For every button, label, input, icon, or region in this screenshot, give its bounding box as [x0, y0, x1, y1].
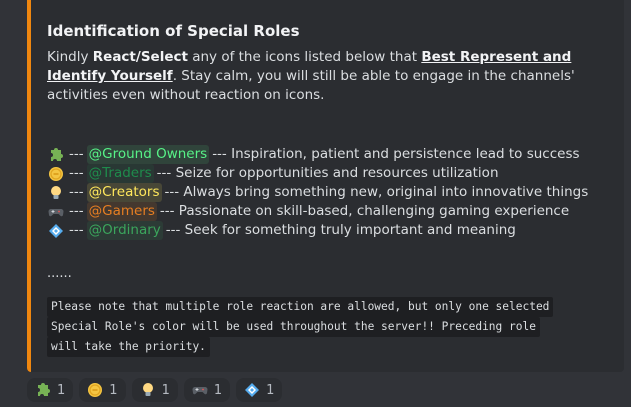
- reaction-count: 1: [213, 382, 223, 398]
- reaction-coin[interactable]: 1: [79, 378, 126, 402]
- reaction-diamond[interactable]: 1: [236, 378, 283, 402]
- gamepad-icon: [192, 382, 208, 398]
- code-line: Special Role's color will be used throug…: [47, 317, 540, 337]
- desc-text: any of the icons listed below that: [187, 49, 422, 65]
- role-description: --- Always bring something new, original…: [164, 184, 589, 200]
- role-line-ordinary: --- @Ordinary --- Seek for something tru…: [47, 221, 610, 240]
- reaction-count: 1: [266, 382, 275, 398]
- reaction-count: 1: [57, 382, 66, 398]
- lightbulb-icon: [140, 382, 156, 398]
- separator: ---: [69, 146, 84, 162]
- reaction-puzzle[interactable]: 1: [27, 378, 74, 402]
- separator: ---: [69, 184, 84, 200]
- reaction-count: 1: [161, 382, 170, 398]
- role-embed: Identification of Special Roles Kindly R…: [27, 0, 624, 372]
- role-mention[interactable]: @Traders: [86, 164, 154, 183]
- role-mention[interactable]: @Gamers: [86, 202, 157, 221]
- role-description: --- Passionate on skill-based, challengi…: [159, 203, 570, 219]
- embed-description: Kindly React/Select any of the icons lis…: [47, 48, 610, 105]
- reaction-gamepad[interactable]: 1: [183, 378, 231, 402]
- coin-icon: [47, 166, 65, 182]
- reaction-bar: 1 1 1 1 1: [27, 378, 283, 402]
- role-line-traders: --- @Traders --- Seize for opportunities…: [47, 164, 610, 183]
- desc-bold: React/Select: [92, 49, 188, 65]
- role-list: --- @Ground Owners --- Inspiration, pati…: [47, 145, 610, 240]
- desc-text: Kindly: [47, 49, 93, 65]
- reaction-lightbulb[interactable]: 1: [131, 378, 178, 402]
- role-mention[interactable]: @Ground Owners: [86, 145, 210, 164]
- gamepad-icon: [47, 204, 65, 220]
- puzzle-icon: [35, 382, 51, 398]
- role-line-creators: --- @Creators --- Always bring something…: [47, 183, 610, 202]
- role-mention[interactable]: @Creators: [86, 183, 162, 202]
- ellipsis-text: ......: [47, 266, 72, 281]
- role-description: --- Inspiration, patient and persistence…: [212, 146, 580, 162]
- puzzle-icon: [47, 147, 65, 163]
- code-line: will take the priority.: [47, 337, 210, 357]
- diamond-icon: [47, 223, 65, 239]
- separator: ---: [69, 222, 84, 238]
- note-code-block: Please note that multiple role reaction …: [47, 297, 610, 357]
- diamond-icon: [244, 382, 260, 398]
- embed-title: Identification of Special Roles: [47, 22, 300, 40]
- role-description: --- Seek for something truly important a…: [165, 222, 516, 238]
- role-line-gamers: --- @Gamers --- Passionate on skill-base…: [47, 202, 610, 221]
- separator: ---: [69, 165, 84, 181]
- role-line-ground-owners: --- @Ground Owners --- Inspiration, pati…: [47, 145, 610, 164]
- lightbulb-icon: [47, 185, 65, 201]
- role-description: --- Seize for opportunities and resource…: [156, 165, 499, 181]
- code-line: Please note that multiple role reaction …: [47, 297, 554, 317]
- reaction-count: 1: [109, 382, 118, 398]
- separator: ---: [69, 203, 84, 219]
- coin-icon: [87, 382, 103, 398]
- role-mention[interactable]: @Ordinary: [86, 221, 163, 240]
